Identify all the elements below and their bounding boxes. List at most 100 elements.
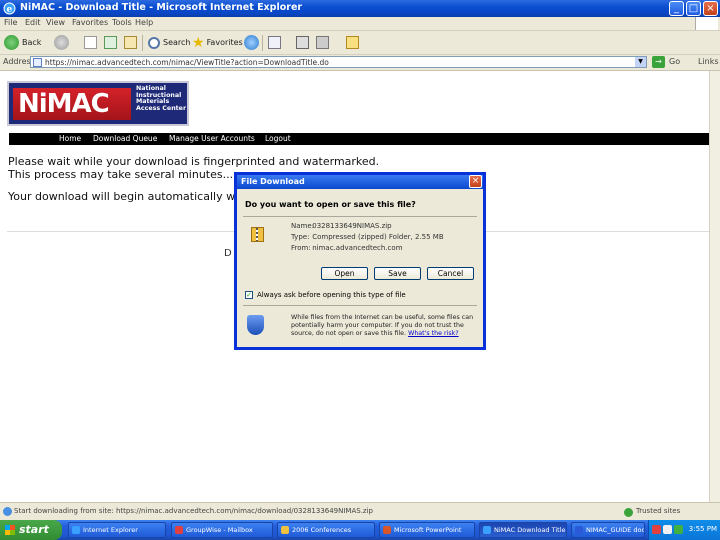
refresh-button[interactable]: [104, 34, 117, 51]
menu-view[interactable]: View: [46, 18, 65, 27]
system-tray: 3:55 PM: [648, 520, 720, 540]
dialog-close-button[interactable]: ×: [469, 175, 482, 188]
history-button[interactable]: [244, 34, 262, 51]
task-label: Microsoft PowerPoint: [394, 526, 462, 534]
status-text: Start downloading from site: https://nim…: [14, 507, 373, 515]
go-arrow-icon[interactable]: →: [652, 56, 665, 68]
dialog-divider: [243, 305, 477, 306]
ie-task-icon: [72, 526, 80, 534]
file-type-row: Type: Compressed (zipped) Folder, 2.55 M…: [291, 233, 444, 241]
tray-icon[interactable]: [652, 525, 661, 534]
search-label: Search: [163, 38, 191, 47]
powerpoint-icon: [383, 526, 391, 534]
trusted-sites-icon: [624, 508, 633, 517]
menu-favorites[interactable]: Favorites: [72, 18, 108, 27]
nav-manage-user-accounts[interactable]: Manage User Accounts: [169, 134, 255, 143]
home-button[interactable]: [124, 34, 137, 51]
start-button[interactable]: start: [0, 520, 62, 540]
file-type-label: Type:: [291, 233, 310, 241]
file-download-dialog: File Download × Do you want to open or s…: [234, 172, 486, 350]
obscured-text: D: [224, 248, 232, 259]
task-powerpoint[interactable]: Microsoft PowerPoint: [379, 522, 475, 538]
menu-file[interactable]: File: [4, 18, 17, 27]
dialog-question: Do you want to open or save this file?: [245, 200, 416, 209]
favorites-label: Favorites: [206, 38, 243, 47]
window-title: NiMAC - Download Title - Microsoft Inter…: [20, 2, 303, 13]
forward-button[interactable]: [54, 34, 72, 51]
menu-edit[interactable]: Edit: [25, 18, 41, 27]
tray-icon[interactable]: [663, 525, 672, 534]
favorites-button[interactable]: ★ Favorites: [192, 34, 243, 51]
search-icon: [148, 36, 160, 49]
nav-logout[interactable]: Logout: [265, 134, 291, 143]
stop-icon: [84, 36, 97, 49]
task-label: 2006 Conferences: [292, 526, 352, 534]
tray-icon[interactable]: [674, 525, 683, 534]
refresh-icon: [104, 36, 117, 49]
history-icon: [244, 35, 259, 50]
address-dropdown-icon[interactable]: ▼: [635, 57, 646, 67]
status-ie-icon: [3, 507, 12, 516]
toolbar: Back Search ★ Favorites: [0, 31, 720, 55]
back-button[interactable]: Back: [4, 34, 41, 51]
task-nimac-download[interactable]: NiMAC Download Title: [479, 522, 567, 538]
process-message: This process may take several minutes...: [8, 168, 234, 181]
mail-icon: [268, 36, 281, 49]
windows-logo-icon: [695, 17, 718, 30]
always-ask-label[interactable]: Always ask before opening this type of f…: [257, 291, 406, 299]
file-name-row: Name: 0328133649NIMAS.zip: [291, 222, 392, 230]
windows-flag-icon: [5, 525, 15, 535]
dialog-title-bar[interactable]: File Download ×: [237, 175, 483, 189]
toolbar-separator: [262, 35, 263, 51]
security-shield-icon: [247, 315, 264, 335]
security-zone: Trusted sites: [636, 507, 681, 515]
task-internet-explorer[interactable]: Internet Explorer: [68, 522, 166, 538]
vertical-scrollbar[interactable]: [709, 71, 720, 502]
go-button[interactable]: Go: [669, 57, 680, 66]
window-title-bar[interactable]: e NiMAC - Download Title - Microsoft Int…: [0, 0, 720, 17]
address-bar: Address https://nimac.advancedtech.com/n…: [0, 55, 720, 71]
stop-button[interactable]: [84, 34, 97, 51]
search-button[interactable]: Search: [148, 34, 190, 51]
groupwise-icon: [175, 526, 183, 534]
edit-icon: [316, 36, 329, 49]
address-url: https://nimac.advancedtech.com/nimac/Vie…: [45, 58, 329, 67]
task-conferences[interactable]: 2006 Conferences: [277, 522, 375, 538]
home-icon: [124, 36, 137, 49]
print-button[interactable]: [296, 34, 309, 51]
auto-download-message: Your download will begin automatically w…: [8, 190, 249, 203]
clock: 3:55 PM: [688, 525, 717, 533]
minimize-button[interactable]: _: [669, 1, 684, 16]
toolbar-separator: [142, 35, 143, 51]
file-type-value: Compressed (zipped) Folder, 2.55 MB: [312, 233, 444, 241]
folder-task-icon: [281, 526, 289, 534]
security-warning: While files from the Internet can be use…: [291, 314, 479, 338]
zip-file-icon: [251, 227, 264, 242]
address-input[interactable]: https://nimac.advancedtech.com/nimac/Vie…: [30, 56, 647, 68]
open-button[interactable]: Open: [321, 267, 368, 280]
cancel-button[interactable]: Cancel: [427, 267, 474, 280]
task-label: NiMAC Download Title: [494, 526, 566, 534]
folder-button[interactable]: [346, 34, 359, 51]
nav-download-queue[interactable]: Download Queue: [93, 134, 157, 143]
menu-tools[interactable]: Tools: [112, 18, 132, 27]
back-label: Back: [22, 38, 42, 47]
logo-text: NiMAC: [18, 89, 110, 119]
status-bar: Start downloading from site: https://nim…: [0, 502, 720, 520]
task-groupwise[interactable]: GroupWise - Mailbox: [171, 522, 273, 538]
close-button[interactable]: ×: [703, 1, 718, 16]
nav-home[interactable]: Home: [59, 134, 81, 143]
links-button[interactable]: Links: [698, 57, 719, 66]
task-word-doc[interactable]: NIMAC_GUIDE doc: [571, 522, 645, 538]
edit-button[interactable]: [316, 34, 329, 51]
save-button[interactable]: Save: [374, 267, 421, 280]
always-ask-checkbox[interactable]: ✓: [245, 291, 253, 299]
whats-the-risk-link[interactable]: What's the risk?: [408, 330, 459, 337]
ie-task-icon: [483, 526, 491, 534]
file-from-label: From:: [291, 244, 311, 252]
mail-button[interactable]: [268, 34, 281, 51]
dialog-title: File Download: [241, 177, 305, 186]
maximize-button[interactable]: □: [686, 1, 701, 16]
menu-help[interactable]: Help: [135, 18, 153, 27]
file-name-label: Name:: [291, 222, 315, 230]
